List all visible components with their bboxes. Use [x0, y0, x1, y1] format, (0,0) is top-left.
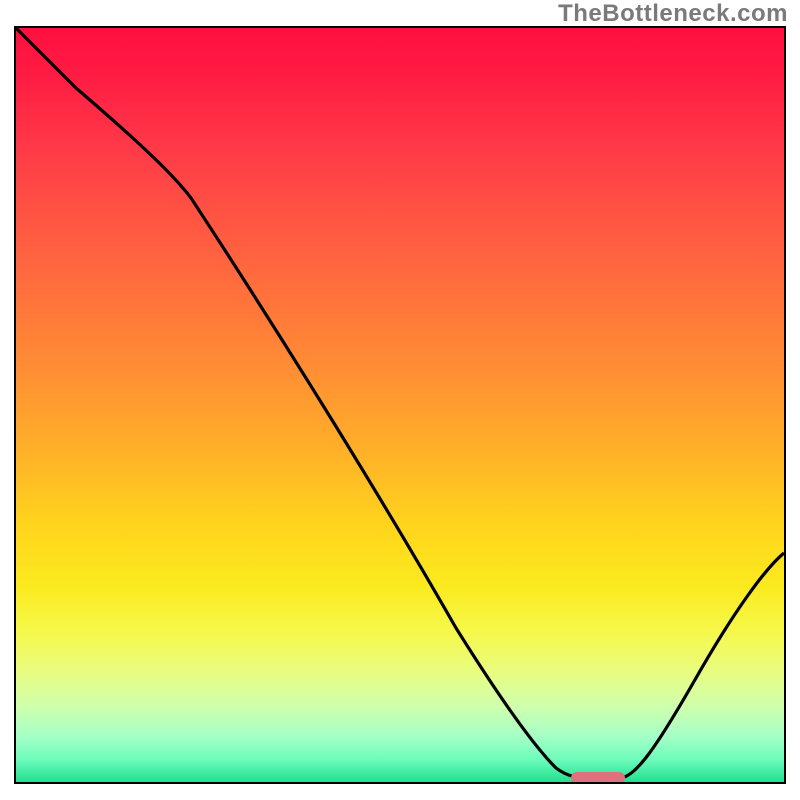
curve-layer	[16, 28, 784, 782]
bottleneck-curve	[16, 28, 784, 778]
optimum-marker	[571, 772, 625, 782]
chart-container: TheBottleneck.com	[0, 0, 800, 800]
watermark-text: TheBottleneck.com	[558, 0, 788, 28]
plot-area	[14, 26, 786, 784]
